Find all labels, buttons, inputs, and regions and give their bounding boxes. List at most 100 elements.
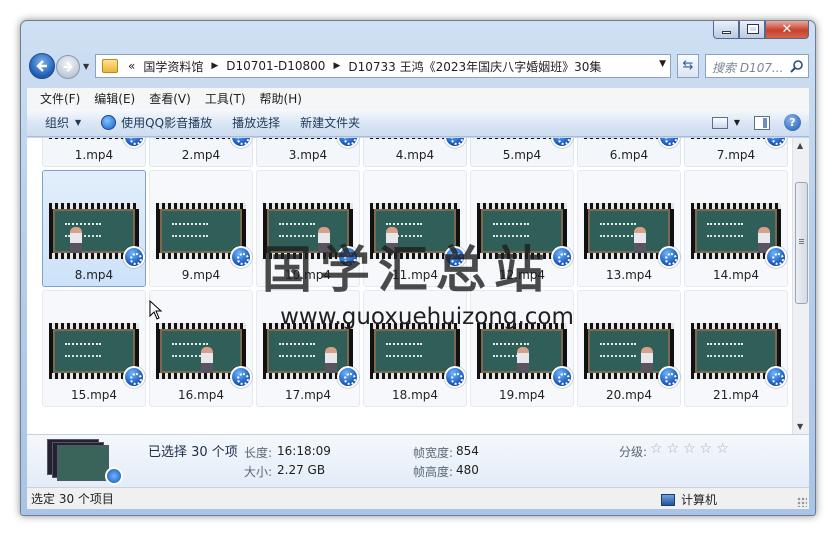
navigation-bar: ▼ « 国学资料馆 ▶ D10701-D10800 ▶ D10733 王鸿《20… [29, 53, 809, 81]
file-tile[interactable]: 19.mp4 [470, 290, 574, 407]
file-tile[interactable]: 11.mp4 [363, 170, 467, 287]
breadcrumb-item[interactable]: D10701-D10800 [222, 59, 329, 73]
qq-player-icon [101, 115, 117, 130]
scrollbar-thumb[interactable] [795, 182, 808, 304]
preview-pane-icon[interactable] [754, 115, 770, 130]
file-name: 21.mp4 [712, 388, 760, 402]
file-name: 20.mp4 [605, 388, 653, 402]
chalk-writing [386, 343, 422, 357]
mouse-cursor-icon [149, 300, 163, 320]
command-bar: 组织 ▼ 使用QQ影音播放 播放选择 新建文件夹 ▼ ? [27, 109, 809, 137]
file-tile[interactable]: 18.mp4 [363, 290, 467, 407]
scroll-down-icon[interactable]: ▼ [797, 422, 803, 431]
file-tile[interactable]: 9.mp4 [149, 170, 253, 287]
qq-player-badge-icon [551, 366, 573, 388]
blackboard [588, 209, 670, 253]
file-tile[interactable]: 20.mp4 [577, 290, 681, 407]
file-tile[interactable]: 5.mp4 [470, 138, 574, 167]
new-folder-label: 新建文件夹 [300, 116, 361, 130]
recent-pages-dropdown-icon[interactable]: ▼ [83, 62, 89, 71]
blackboard [695, 329, 777, 373]
qq-player-badge-icon [230, 246, 252, 268]
qq-player-badge-icon [230, 138, 252, 148]
change-view-button[interactable]: ▼ [711, 116, 740, 129]
play-selection-button[interactable]: 播放选择 [222, 114, 290, 131]
help-icon[interactable]: ? [784, 114, 801, 131]
breadcrumb-overflow[interactable]: « [124, 59, 139, 73]
maximize-button[interactable] [739, 21, 765, 39]
film-strip [49, 203, 139, 209]
film-strip [584, 323, 674, 329]
search-input[interactable]: 搜索 D107... [705, 54, 809, 78]
file-tile[interactable]: 21.mp4 [684, 290, 788, 407]
address-dropdown-icon[interactable]: ▼ [659, 59, 666, 69]
status-location: 计算机 [661, 491, 717, 508]
breadcrumb-item[interactable]: D10733 王鸿《2023年国庆八字婚姻班》30集 [344, 58, 605, 75]
file-name: 9.mp4 [181, 268, 221, 282]
menu-tools[interactable]: 工具(T) [198, 90, 253, 107]
address-bar[interactable]: « 国学资料馆 ▶ D10701-D10800 ▶ D10733 王鸿《2023… [95, 54, 671, 78]
play-with-qq-label: 使用QQ影音播放 [121, 116, 213, 130]
file-tile[interactable]: 1.mp4 [42, 138, 146, 167]
qq-player-badge-icon [658, 138, 680, 148]
menu-help[interactable]: 帮助(H) [253, 90, 309, 107]
play-with-qq-button[interactable]: 使用QQ影音播放 [91, 114, 222, 131]
blackboard [374, 329, 456, 373]
close-button[interactable]: ✕ [765, 21, 809, 39]
file-tile[interactable]: 7.mp4 [684, 138, 788, 167]
frame-width-value: 854 [456, 444, 479, 458]
forward-button[interactable] [56, 55, 80, 79]
view-icon [711, 116, 728, 129]
file-tile[interactable]: 15.mp4 [42, 290, 146, 407]
file-tile[interactable]: 16.mp4 [149, 290, 253, 407]
qq-player-badge-icon [444, 246, 466, 268]
rating-label: 分级: [619, 445, 648, 459]
vertical-scrollbar[interactable]: ▲ ▼ [792, 138, 809, 434]
breadcrumb-item[interactable]: 国学资料馆 [139, 58, 207, 75]
file-name: 10.mp4 [284, 268, 332, 282]
breadcrumb-separator-icon[interactable]: ▶ [329, 61, 344, 71]
file-tile[interactable]: 2.mp4 [149, 138, 253, 167]
file-tile[interactable]: 4.mp4 [363, 138, 467, 167]
back-arrow-icon [36, 60, 47, 72]
folder-icon [102, 59, 118, 73]
file-name: 19.mp4 [498, 388, 546, 402]
film-strip [477, 203, 567, 209]
file-tile[interactable]: 8.mp4 [42, 170, 146, 287]
file-tile[interactable]: 12.mp4 [470, 170, 574, 287]
back-button[interactable] [29, 53, 55, 79]
search-icon[interactable] [790, 59, 804, 73]
teacher-figure [325, 347, 337, 373]
file-tile[interactable]: 3.mp4 [256, 138, 360, 167]
new-folder-button[interactable]: 新建文件夹 [290, 114, 370, 131]
refresh-icon: ⇆ [682, 58, 694, 73]
organize-button[interactable]: 组织 ▼ [35, 114, 91, 131]
file-name: 17.mp4 [284, 388, 332, 402]
file-tile[interactable]: 13.mp4 [577, 170, 681, 287]
file-tile[interactable]: 6.mp4 [577, 138, 681, 167]
file-tile[interactable]: 14.mp4 [684, 170, 788, 287]
file-tile[interactable]: 17.mp4 [256, 290, 360, 407]
size-value: 2.27 GB [277, 463, 326, 477]
menu-view[interactable]: 查看(V) [142, 90, 198, 107]
caption-buttons: ✕ [713, 21, 809, 41]
minimize-button[interactable] [713, 21, 739, 39]
frame-height-value: 480 [456, 463, 479, 477]
menu-edit[interactable]: 编辑(E) [87, 90, 142, 107]
breadcrumb-separator-icon[interactable]: ▶ [207, 61, 222, 71]
scroll-up-icon[interactable]: ▲ [797, 141, 803, 150]
file-name: 16.mp4 [177, 388, 225, 402]
maximize-icon [747, 24, 759, 34]
stack-layer [57, 445, 109, 481]
rating-stars[interactable]: ☆☆☆☆☆ [650, 441, 733, 457]
file-name: 5.mp4 [502, 148, 542, 162]
file-tile[interactable]: 10.mp4 [256, 170, 360, 287]
menu-file[interactable]: 文件(F) [33, 90, 87, 107]
minimize-icon [722, 31, 731, 34]
resize-grip-icon[interactable] [797, 497, 807, 507]
refresh-button[interactable]: ⇆ [677, 54, 699, 78]
film-strip [691, 323, 781, 329]
teacher-figure [634, 227, 646, 253]
film-strip [156, 323, 246, 329]
qq-player-badge-icon [658, 366, 680, 388]
